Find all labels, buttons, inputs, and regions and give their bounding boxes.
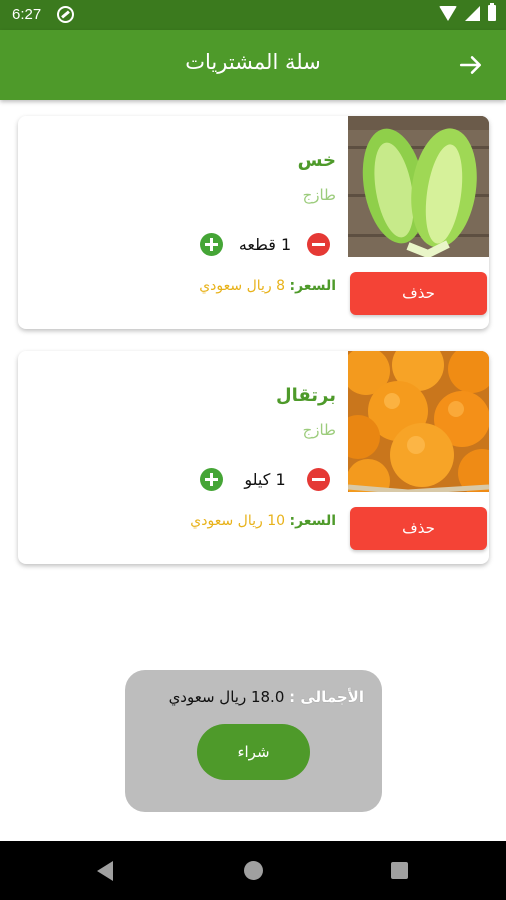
- product-subtitle: طازج: [302, 186, 336, 204]
- status-time: 6:27: [12, 6, 42, 23]
- wifi-icon: [439, 5, 457, 21]
- oranges-image: [348, 351, 489, 492]
- product-name: برتقال: [275, 385, 336, 406]
- buy-button[interactable]: شراء: [197, 724, 310, 780]
- total-label: الأجمالى :: [289, 688, 364, 706]
- delete-button[interactable]: حذف: [350, 272, 487, 315]
- minus-icon[interactable]: [307, 468, 330, 491]
- plus-icon[interactable]: [200, 468, 223, 491]
- nav-recents-icon[interactable]: [391, 862, 408, 879]
- price-value: 8 ريال سعودي: [199, 278, 286, 294]
- back-arrow-icon[interactable]: [458, 52, 484, 78]
- lettuce-image: [348, 116, 489, 257]
- status-bar: 6:27: [0, 0, 506, 30]
- total-panel: الأجمالى : 18.0 ريال سعودي شراء: [125, 670, 382, 812]
- status-icons: [439, 3, 496, 21]
- cell-signal-icon: [465, 5, 480, 21]
- price-row: السعر: 10 ريال سعودي: [190, 513, 336, 529]
- quantity-stepper: 1 قطعه: [200, 233, 330, 256]
- product-subtitle: طازج: [302, 421, 336, 439]
- quantity-stepper: 1 كيلو: [200, 468, 330, 491]
- nav-back-icon[interactable]: [97, 861, 113, 881]
- product-name: خس: [297, 150, 336, 171]
- total-row: الأجمالى : 18.0 ريال سعودي: [169, 688, 364, 706]
- price-row: السعر: 8 ريال سعودي: [199, 278, 336, 294]
- battery-icon: [488, 3, 496, 21]
- quantity-value: 1 قطعه: [238, 235, 292, 254]
- total-value: 18.0 ريال سعودي: [168, 688, 285, 706]
- price-label: السعر:: [289, 278, 336, 294]
- delete-button[interactable]: حذف: [350, 507, 487, 550]
- nav-home-icon[interactable]: [244, 861, 263, 880]
- quantity-value: 1 كيلو: [244, 470, 286, 489]
- app-bar: سلة المشتريات: [0, 30, 506, 100]
- price-value: 10 ريال سعودي: [190, 513, 286, 529]
- minus-icon[interactable]: [307, 233, 330, 256]
- cart-item: برتقال طازج 1 كيلو السعر: 10 ريال سعودي …: [18, 351, 489, 564]
- price-label: السعر:: [289, 513, 336, 529]
- cart-item: خس طازج 1 قطعه السعر: 8 ريال سعودي حذف: [18, 116, 489, 329]
- page-title: سلة المشتريات: [185, 50, 321, 74]
- do-not-disturb-icon: [57, 6, 74, 23]
- plus-icon[interactable]: [200, 233, 223, 256]
- system-nav-bar: [0, 841, 506, 900]
